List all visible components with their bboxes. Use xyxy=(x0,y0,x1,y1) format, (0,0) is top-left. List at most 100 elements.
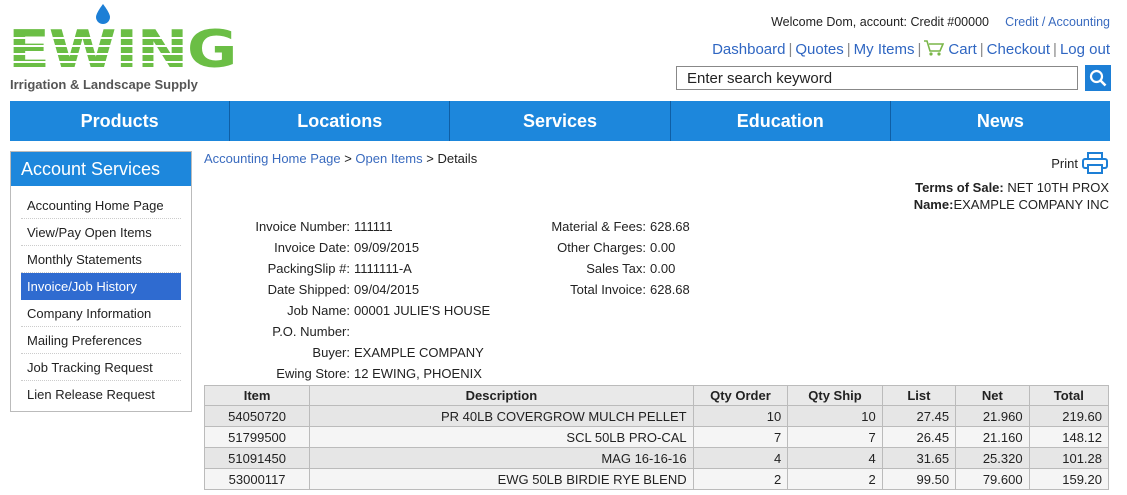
sales-tax-row: Sales Tax: 0.00 xyxy=(500,258,690,279)
invoice-details: Invoice Number: 111111 Invoice Date: 09/… xyxy=(204,216,490,384)
cell-net: 79.600 xyxy=(955,468,1030,490)
nav-locations[interactable]: Locations xyxy=(230,101,451,141)
cell-qty-ship: 10 xyxy=(787,405,883,427)
breadcrumb-open-items[interactable]: Open Items xyxy=(355,151,422,166)
cell-net: 21.960 xyxy=(955,405,1030,427)
sidebar-item-monthly-statements[interactable]: Monthly Statements xyxy=(21,246,181,273)
sidebar-item-view-pay-open-items[interactable]: View/Pay Open Items xyxy=(21,219,181,246)
name-label: Name: xyxy=(913,197,954,212)
cell-list: 99.50 xyxy=(881,468,957,490)
cell-qty-order: 10 xyxy=(692,405,789,427)
ewing-logo[interactable]: EWING Irrigation & Landscape Supply xyxy=(8,4,237,94)
breadcrumb-current: Details xyxy=(437,151,478,166)
logo-tagline: Irrigation & Landscape Supply xyxy=(10,77,198,92)
checkout-link[interactable]: Checkout xyxy=(987,41,1050,58)
other-charges-row: Other Charges: 0.00 xyxy=(500,237,690,258)
date-shipped: 09/04/2015 xyxy=(354,282,420,297)
sidebar-title: Account Services xyxy=(11,152,191,186)
printer-icon xyxy=(1082,152,1108,174)
other-charges: 0.00 xyxy=(650,240,676,255)
print-label: Print xyxy=(1051,155,1078,171)
logo-wordmark: EWING xyxy=(8,20,237,80)
sidebar-item-lien-release-request[interactable]: Lien Release Request xyxy=(21,381,181,408)
print-button[interactable]: Print xyxy=(1051,152,1108,174)
ewing-store: 12 EWING, PHOENIX xyxy=(354,366,482,381)
separator: | xyxy=(846,40,851,58)
dashboard-link[interactable]: Dashboard xyxy=(712,41,785,58)
sidebar-item-invoice-job-history[interactable]: Invoice/Job History xyxy=(21,273,181,300)
po-number-row: P.O. Number: xyxy=(204,321,490,342)
invoice-number: 111111 xyxy=(354,219,393,234)
separator: | xyxy=(979,40,984,58)
invoice-totals: Material & Fees: 628.68 Other Charges: 0… xyxy=(500,216,690,300)
credit-accounting-link[interactable]: Credit / Accounting xyxy=(1005,15,1110,29)
cell-item: 51091450 xyxy=(203,447,311,469)
nav-services[interactable]: Services xyxy=(450,101,671,141)
packing-slip: 1111111-A xyxy=(354,261,412,276)
table-row: 51091450 MAG 16-16-16 4 4 31.65 25.320 1… xyxy=(203,447,1110,469)
column-header: Item xyxy=(203,385,311,406)
my-items-link[interactable]: My Items xyxy=(854,41,915,58)
breadcrumb-accounting-home[interactable]: Accounting Home Page xyxy=(204,151,341,166)
cell-list: 27.45 xyxy=(881,405,957,427)
cart-label: Cart xyxy=(948,41,977,58)
sidebar-item-company-information[interactable]: Company Information xyxy=(21,300,181,327)
field-label: Sales Tax: xyxy=(586,261,646,276)
cell-item: 53000117 xyxy=(203,468,311,490)
field-label: Other Charges: xyxy=(557,240,646,255)
cell-list: 31.65 xyxy=(881,447,957,469)
cell-qty-order: 4 xyxy=(692,447,789,469)
cart-icon xyxy=(924,40,945,56)
breadcrumb-separator: > xyxy=(422,151,438,166)
field-label: Date Shipped: xyxy=(267,282,350,297)
search-input[interactable] xyxy=(676,66,1078,90)
cell-item: 51799500 xyxy=(203,426,311,448)
cell-total: 148.12 xyxy=(1028,426,1110,448)
welcome-text: Welcome Dom, account: Credit #00000 xyxy=(771,15,989,29)
field-label: Buyer: xyxy=(312,345,350,360)
field-label: Invoice Date: xyxy=(274,240,350,255)
breadcrumb-separator: > xyxy=(340,151,356,166)
cell-list: 26.45 xyxy=(881,426,957,448)
column-header: Net xyxy=(955,385,1030,406)
cell-total: 219.60 xyxy=(1028,405,1110,427)
cell-qty-order: 7 xyxy=(692,426,789,448)
ewing-store-row: Ewing Store: 12 EWING, PHOENIX xyxy=(204,363,490,384)
nav-education[interactable]: Education xyxy=(671,101,891,141)
job-name-row: Job Name: 00001 JULIE'S HOUSE xyxy=(204,300,490,321)
invoice-date-row: Invoice Date: 09/09/2015 xyxy=(204,237,490,258)
field-label: Ewing Store: xyxy=(276,366,350,381)
terms-label: Terms of Sale: xyxy=(915,180,1004,195)
cell-description: MAG 16-16-16 xyxy=(309,447,694,469)
cell-description: EWG 50LB BIRDIE RYE BLEND xyxy=(309,468,694,490)
search-button[interactable] xyxy=(1085,65,1111,91)
top-links: Dashboard | Quotes | My Items | Cart | C… xyxy=(712,40,1110,58)
breadcrumb: Accounting Home Page > Open Items > Deta… xyxy=(204,151,477,166)
line-items-table: Item Description Qty Order Qty Ship List… xyxy=(203,385,1110,490)
cell-qty-order: 2 xyxy=(692,468,789,490)
nav-news[interactable]: News xyxy=(891,101,1110,141)
sidebar-item-job-tracking-request[interactable]: Job Tracking Request xyxy=(21,354,181,381)
sidebar-item-accounting-home[interactable]: Accounting Home Page xyxy=(21,192,181,219)
cell-net: 25.320 xyxy=(955,447,1030,469)
terms-block: Terms of Sale: NET 10TH PROX Name:EXAMPL… xyxy=(914,179,1109,213)
nav-products[interactable]: Products xyxy=(10,101,231,141)
table-row: 53000117 EWG 50LB BIRDIE RYE BLEND 2 2 9… xyxy=(203,468,1110,490)
column-header: List xyxy=(881,385,957,406)
material-row: Material & Fees: 628.68 xyxy=(500,216,689,237)
name-value: EXAMPLE COMPANY INC xyxy=(953,197,1109,212)
sidebar-item-mailing-preferences[interactable]: Mailing Preferences xyxy=(21,327,181,354)
customer-name: Name:EXAMPLE COMPANY INC xyxy=(914,196,1109,213)
cell-description: SCL 50LB PRO-CAL xyxy=(309,426,694,448)
field-label: Job Name: xyxy=(287,303,350,318)
sales-tax: 0.00 xyxy=(650,261,676,276)
quotes-link[interactable]: Quotes xyxy=(795,41,843,58)
date-shipped-row: Date Shipped: 09/04/2015 xyxy=(204,279,490,300)
cell-description: PR 40LB COVERGROW MULCH PELLET xyxy=(309,405,694,427)
search-icon xyxy=(1089,69,1107,87)
cart-link[interactable]: Cart xyxy=(924,40,977,58)
terms-of-sale: Terms of Sale: NET 10TH PROX xyxy=(914,179,1109,196)
invoice-number-row: Invoice Number: 111111 xyxy=(204,216,490,237)
field-label: PackingSlip #: xyxy=(267,261,350,276)
logout-link[interactable]: Log out xyxy=(1060,41,1110,58)
